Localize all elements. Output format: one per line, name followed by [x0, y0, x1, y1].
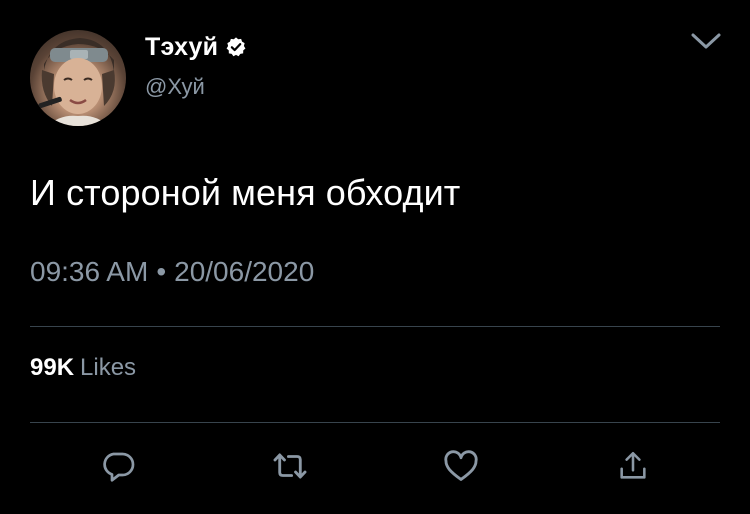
- tweet-timestamp[interactable]: 09:36 AM • 20/06/2020: [30, 256, 314, 288]
- tweet-date[interactable]: 20/06/2020: [174, 256, 314, 287]
- divider: [30, 326, 720, 327]
- like-button[interactable]: [441, 446, 481, 486]
- retweet-button[interactable]: [270, 446, 310, 486]
- heart-icon: [444, 450, 478, 481]
- display-name[interactable]: Тэхуй: [145, 33, 218, 62]
- tweet-text: И стороной меня обходит: [30, 172, 461, 213]
- share-button[interactable]: [613, 446, 653, 486]
- handle[interactable]: @Хуй: [145, 74, 205, 100]
- share-icon: [620, 451, 646, 479]
- tweet-time[interactable]: 09:36 AM: [30, 256, 148, 287]
- verified-badge-icon: [225, 36, 247, 58]
- avatar[interactable]: [30, 30, 126, 126]
- likes-stat[interactable]: 99K Likes: [30, 354, 136, 382]
- reply-button[interactable]: [98, 446, 138, 486]
- author-name-row[interactable]: Тэхуй: [145, 32, 247, 62]
- meta-separator: •: [156, 256, 167, 287]
- likes-label: Likes: [80, 354, 137, 381]
- chevron-down-icon[interactable]: [690, 30, 722, 54]
- reply-icon: [103, 452, 135, 482]
- divider: [30, 422, 720, 423]
- retweet-icon: [273, 453, 307, 479]
- likes-count: 99K: [30, 354, 75, 381]
- tweet-card: Тэхуй @Хуй И стороной меня обходит 09:36…: [0, 0, 750, 514]
